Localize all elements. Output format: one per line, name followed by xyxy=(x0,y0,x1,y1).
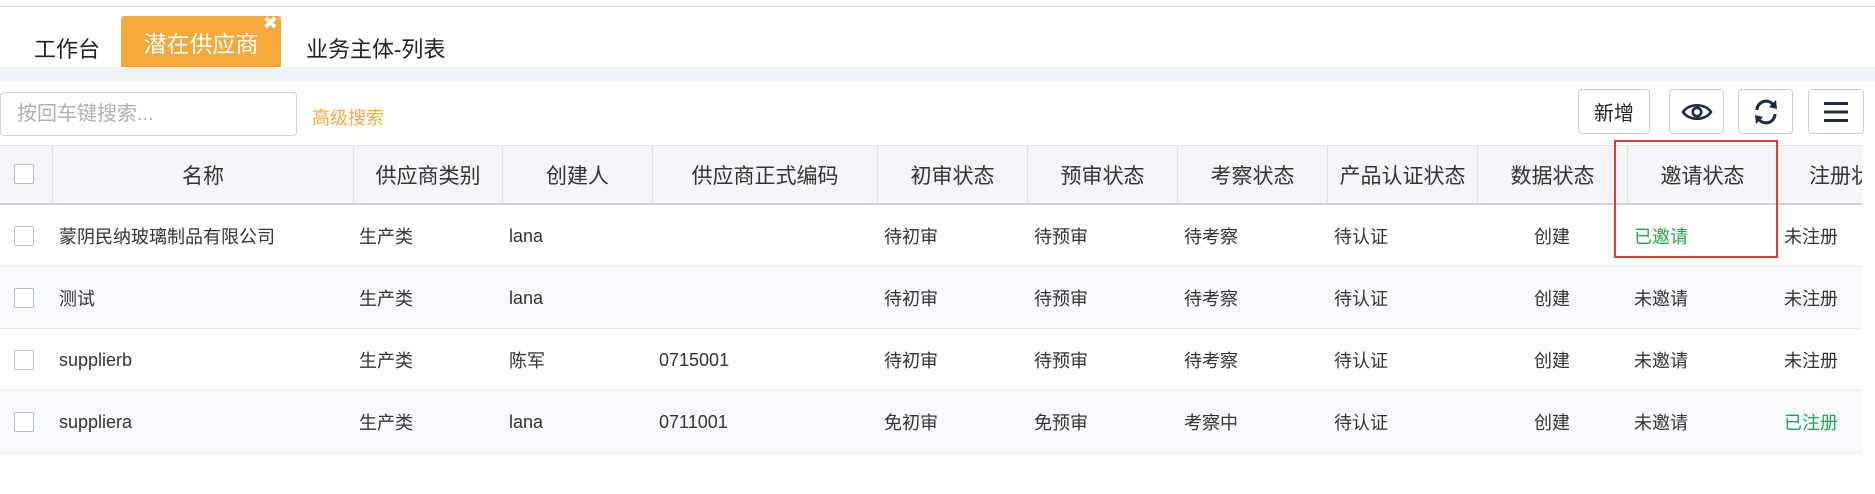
tab-potential-supplier[interactable]: 潜在供应商 ✖ xyxy=(121,14,281,67)
cell-creator: lana xyxy=(509,411,544,432)
refresh-button[interactable] xyxy=(1738,89,1793,134)
cell-pre-review: 待预审 xyxy=(1034,227,1088,247)
cell-invite-status: 已邀请 xyxy=(1634,227,1688,247)
cell-initial-review: 待初审 xyxy=(884,351,938,371)
close-icon[interactable]: ✖ xyxy=(263,14,278,32)
tab-workbench-label: 工作台 xyxy=(34,36,101,62)
cell-name[interactable]: suppliera xyxy=(59,391,353,453)
cell-creator: 陈军 xyxy=(509,351,545,371)
row-checkbox[interactable] xyxy=(14,226,34,246)
cell-category: 生产类 xyxy=(359,289,413,309)
cell-name[interactable]: supplierb xyxy=(59,329,353,391)
cell-certification: 待认证 xyxy=(1334,289,1388,309)
add-button[interactable]: 新增 xyxy=(1578,89,1650,134)
cell-category: 生产类 xyxy=(359,413,413,433)
tab-workbench[interactable]: 工作台 xyxy=(34,16,100,67)
select-all-checkbox[interactable] xyxy=(14,164,34,184)
cell-register-status: 未注册 xyxy=(1784,351,1838,371)
table-row[interactable]: 测试 生产类 lana 待初审 待预审 待考察 待认证 创建 未邀请 未注册 xyxy=(0,267,1862,329)
supplier-table: 名称 供应商类别 创建人 供应商正式编码 初审状态 预审状态 考察状态 产品认证… xyxy=(0,145,1862,494)
header-category[interactable]: 供应商类别 xyxy=(353,146,502,204)
cell-register-status: 未注册 xyxy=(1784,289,1838,309)
cell-code xyxy=(659,205,874,267)
row-checkbox[interactable] xyxy=(14,288,34,308)
cell-inspection: 待考察 xyxy=(1184,227,1238,247)
cell-initial-review: 待初审 xyxy=(884,227,938,247)
cell-register-status: 已注册 xyxy=(1784,413,1838,433)
table-row[interactable]: supplierb 生产类 陈军 0715001 待初审 待预审 待考察 待认证… xyxy=(0,329,1862,391)
cell-invite-status: 未邀请 xyxy=(1634,413,1688,433)
refresh-icon xyxy=(1754,99,1777,124)
search-input[interactable] xyxy=(0,92,297,136)
cell-inspection: 考察中 xyxy=(1184,413,1238,433)
header-initial-review[interactable]: 初审状态 xyxy=(877,146,1027,204)
menu-icon xyxy=(1824,101,1848,122)
cell-certification: 待认证 xyxy=(1334,351,1388,371)
eye-icon xyxy=(1680,103,1713,120)
table-row[interactable]: 蒙阴民纳玻璃制品有限公司 生产类 lana 待初审 待预审 待考察 待认证 创建… xyxy=(0,205,1862,267)
table-row[interactable]: suppliera 生产类 lana 0711001 免初审 免预审 考察中 待… xyxy=(0,391,1862,453)
columns-button[interactable] xyxy=(1808,89,1864,134)
cell-certification: 待认证 xyxy=(1334,227,1388,247)
cell-data-status: 创建 xyxy=(1534,351,1570,371)
top-divider xyxy=(0,0,1875,7)
header-code[interactable]: 供应商正式编码 xyxy=(652,146,877,204)
table-header: 名称 供应商类别 创建人 供应商正式编码 初审状态 预审状态 考察状态 产品认证… xyxy=(0,145,1862,205)
cell-data-status: 创建 xyxy=(1534,289,1570,309)
cell-creator: lana xyxy=(509,287,544,308)
advanced-search-link[interactable]: 高级搜索 xyxy=(312,104,384,130)
cell-category: 生产类 xyxy=(359,227,413,247)
header-invite-status[interactable]: 邀请状态 xyxy=(1627,146,1777,204)
cell-pre-review: 待预审 xyxy=(1034,351,1088,371)
add-button-label: 新增 xyxy=(1594,103,1634,125)
tab-business-entity-list-label: 业务主体-列表 xyxy=(306,36,446,62)
cell-invite-status: 未邀请 xyxy=(1634,351,1688,371)
tab-bar: 工作台 潜在供应商 ✖ 业务主体-列表 xyxy=(0,7,1875,67)
tab-business-entity-list[interactable]: 业务主体-列表 xyxy=(306,16,445,67)
row-checkbox[interactable] xyxy=(14,412,34,432)
header-data-status[interactable]: 数据状态 xyxy=(1477,146,1627,204)
cell-pre-review: 免预审 xyxy=(1034,413,1088,433)
cell-pre-review: 待预审 xyxy=(1034,289,1088,309)
view-button[interactable] xyxy=(1669,89,1724,134)
header-creator[interactable]: 创建人 xyxy=(502,146,652,204)
cell-data-status: 创建 xyxy=(1534,227,1570,247)
cell-code xyxy=(659,267,874,329)
header-register-status[interactable]: 注册状 xyxy=(1777,146,1862,204)
row-checkbox[interactable] xyxy=(14,350,34,370)
header-name[interactable]: 名称 xyxy=(52,146,353,204)
cell-initial-review: 免初审 xyxy=(884,413,938,433)
cell-register-status: 未注册 xyxy=(1784,227,1838,247)
cell-name[interactable]: 测试 xyxy=(59,267,353,329)
header-select-cell xyxy=(0,146,52,204)
cell-data-status: 创建 xyxy=(1534,413,1570,433)
cell-certification: 待认证 xyxy=(1334,413,1388,433)
header-pre-review[interactable]: 预审状态 xyxy=(1027,146,1177,204)
cell-inspection: 待考察 xyxy=(1184,289,1238,309)
cell-creator: lana xyxy=(509,225,544,246)
cell-invite-status: 未邀请 xyxy=(1634,289,1688,309)
cell-name[interactable]: 蒙阴民纳玻璃制品有限公司 xyxy=(59,205,353,267)
cell-initial-review: 待初审 xyxy=(884,289,938,309)
cell-code: 0711001 xyxy=(659,411,728,432)
cell-inspection: 待考察 xyxy=(1184,351,1238,371)
tab-potential-supplier-label: 潜在供应商 xyxy=(143,30,259,57)
header-inspection[interactable]: 考察状态 xyxy=(1177,146,1327,204)
cell-category: 生产类 xyxy=(359,351,413,371)
header-certification[interactable]: 产品认证状态 xyxy=(1327,146,1477,204)
content-band xyxy=(0,67,1875,81)
cell-code: 0715001 xyxy=(659,349,730,370)
